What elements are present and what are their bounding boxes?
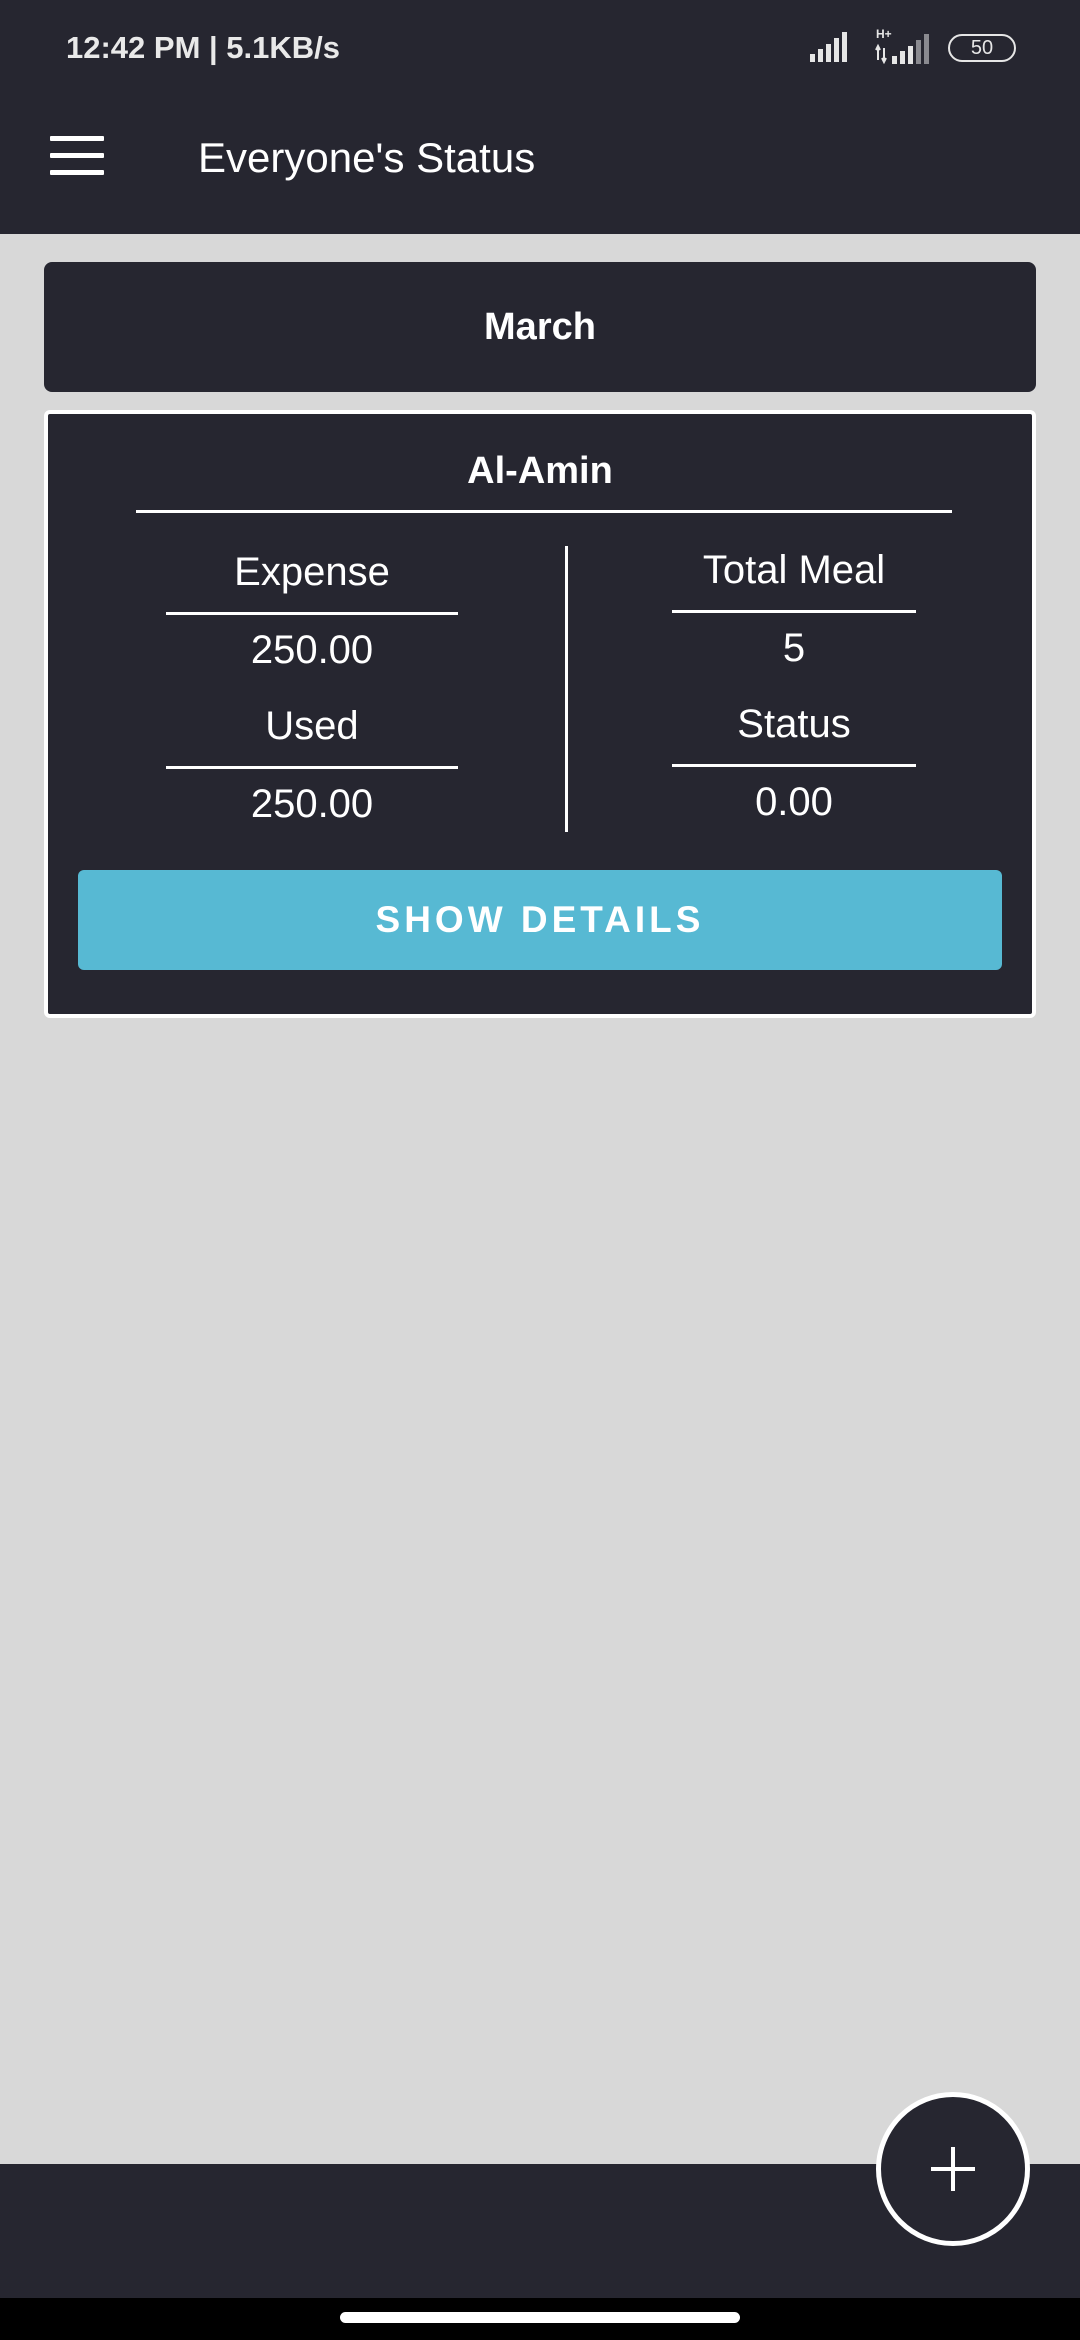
expense-label: Expense: [234, 550, 390, 594]
status-bar: 12:42 PM | 5.1KB/s H+ 50: [0, 0, 1080, 100]
month-header: March: [44, 262, 1036, 392]
divider: [672, 764, 916, 767]
hamburger-menu-icon[interactable]: [50, 136, 104, 176]
column-divider: [565, 546, 568, 832]
signal-icon: [810, 32, 847, 62]
show-details-button[interactable]: SHOW DETAILS: [78, 870, 1002, 970]
divider: [672, 610, 916, 613]
divider: [136, 510, 952, 513]
expense-value: 250.00: [250, 628, 374, 672]
battery-icon: 50: [948, 34, 1016, 62]
divider: [166, 766, 458, 769]
member-name: Al-Amin: [467, 450, 613, 492]
total-meal-label: Total Meal: [702, 548, 886, 592]
total-meal-value: 5: [782, 626, 806, 670]
status-value: 0.00: [755, 780, 833, 824]
add-button[interactable]: [876, 2092, 1030, 2246]
used-label: Used: [265, 704, 359, 748]
status-time: 12:42 PM | 5.1KB/s: [66, 30, 341, 65]
divider: [166, 612, 458, 615]
page-title: Everyone's Status: [198, 134, 536, 181]
home-indicator[interactable]: [340, 2312, 740, 2323]
status-icons: H+ 50: [810, 28, 1016, 70]
app-bar: Everyone's Status: [0, 100, 1080, 234]
signal-icon: [875, 34, 929, 64]
plus-icon: [931, 2147, 975, 2191]
month-label: March: [484, 305, 596, 348]
status-label: Status: [737, 702, 851, 746]
used-value: 250.00: [250, 782, 374, 826]
member-card: Al-Amin Expense 250.00 Used 250.00 Total…: [44, 410, 1036, 1018]
